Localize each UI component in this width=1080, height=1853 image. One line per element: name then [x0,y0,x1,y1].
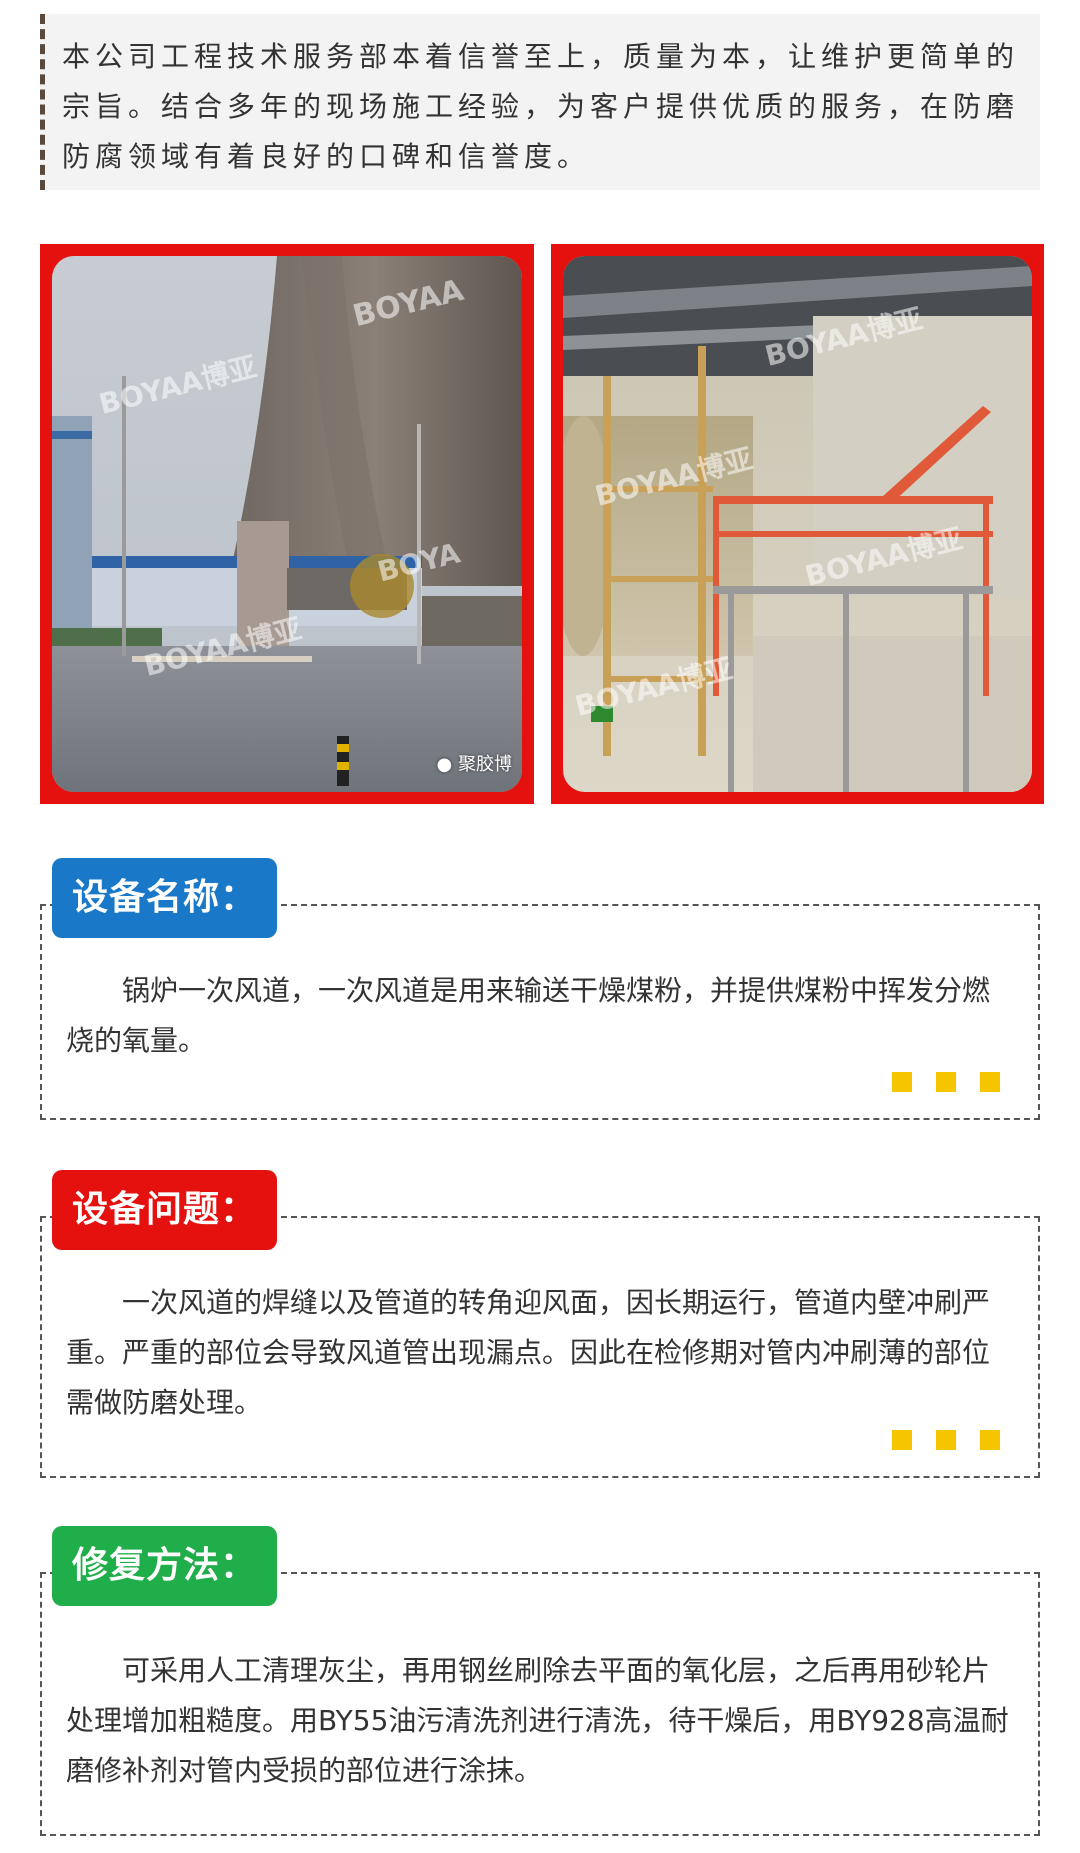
intro-text: 本公司工程技术服务部本着信誉至上，质量为本，让维护更简单的宗旨。结合多年的现场施… [62,40,1020,173]
square-dot-icon [892,1430,912,1450]
square-dot-icon [980,1430,1000,1450]
cooling-tower-photo: BOYAA BOYAA博亚 BOYA BOYAA博亚 ● 聚胶博 [52,256,522,792]
section-title-tag: 设备名称： [52,858,278,938]
equipment-name-section: 设备名称： 锅炉一次风道，一次风道是用来输送干燥煤粉，并提供煤粉中挥发分燃烧的氧… [40,858,1040,1120]
intro-quote-box: 本公司工程技术服务部本着信誉至上，质量为本，让维护更简单的宗旨。结合多年的现场施… [40,14,1040,190]
caption-text: 聚胶博 [458,754,512,775]
photo-frame-right: BOYAA博亚 BOYAA博亚 BOYAA博亚 BOYAA博亚 [551,244,1044,804]
decorative-dots [892,1072,1000,1092]
section-text: 一次风道的焊缝以及管道的转角迎风面，因长期运行，管道内壁冲刷严重。严重的部位会导… [66,1286,991,1419]
wechat-icon: ● [436,754,453,775]
square-dot-icon [936,1430,956,1450]
section-text: 锅炉一次风道，一次风道是用来输送干燥煤粉，并提供煤粉中挥发分燃烧的氧量。 [66,974,991,1057]
section-text: 可采用人工清理灰尘，再用钢丝刷除去平面的氧化层，之后再用砂轮片处理增加粗糙度。用… [66,1654,1009,1787]
section-title-tag: 设备问题： [52,1170,278,1250]
square-dot-icon [892,1072,912,1092]
page: 本公司工程技术服务部本着信誉至上，质量为本，让维护更简单的宗旨。结合多年的现场施… [0,0,1080,1853]
photo-frame-left: BOYAA BOYAA博亚 BOYA BOYAA博亚 ● 聚胶博 [40,244,534,804]
repair-method-section: 修复方法： 可采用人工清理灰尘，再用钢丝刷除去平面的氧化层，之后再用砂轮片处理增… [40,1526,1040,1836]
decorative-dots [892,1430,1000,1450]
wechat-caption: ● 聚胶博 [437,750,512,776]
air-duct-photo: BOYAA博亚 BOYAA博亚 BOYAA博亚 BOYAA博亚 [563,256,1032,792]
section-title-tag: 修复方法： [52,1526,278,1606]
equipment-problem-section: 设备问题： 一次风道的焊缝以及管道的转角迎风面，因长期运行，管道内壁冲刷严重。严… [40,1170,1040,1478]
square-dot-icon [936,1072,956,1092]
square-dot-icon [980,1072,1000,1092]
cooling-tower-image [52,256,522,792]
